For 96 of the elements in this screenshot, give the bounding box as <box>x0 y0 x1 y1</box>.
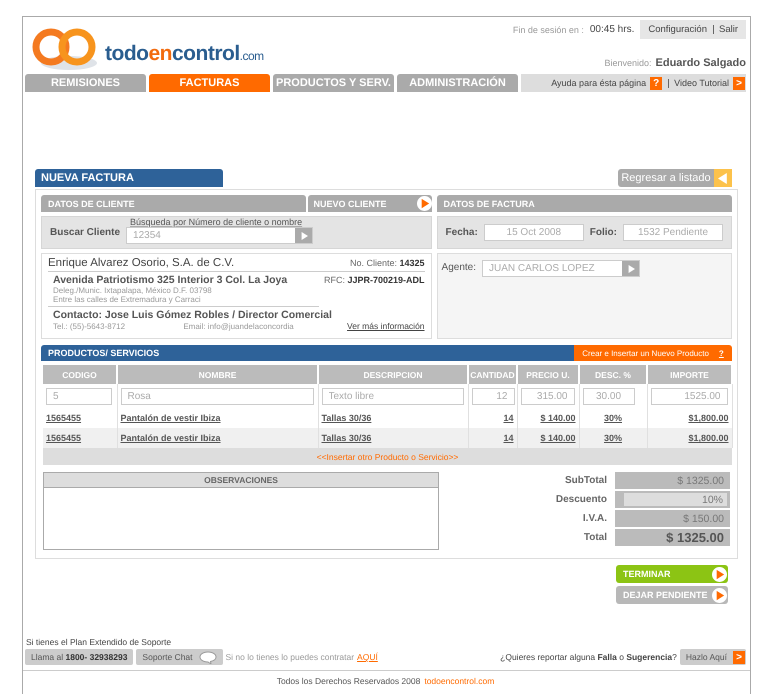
date-field[interactable]: 15 Oct 2008 <box>484 225 583 240</box>
session-time: 00:45 hrs. <box>590 24 634 35</box>
client-number: No. Cliente: 14325 <box>350 258 425 268</box>
total-label: Descuento <box>554 494 607 505</box>
play-icon <box>300 232 308 240</box>
entry-field[interactable]: Rosa <box>122 388 312 404</box>
play-icon <box>712 566 727 582</box>
date-label: Fecha: <box>446 227 478 238</box>
report-text: ¿Quieres reportar alguna Falla o Sugerencia? <box>500 652 677 662</box>
table-cell-link[interactable]: $1,800.00 <box>688 413 728 423</box>
call-button[interactable]: Llama al 1800- 32938293 <box>25 649 134 665</box>
nav-tab[interactable]: ADMINISTRACIÓN <box>397 74 518 92</box>
total-label: Total <box>582 532 607 543</box>
client-email: Email: info@juandelaconcordia <box>182 322 294 331</box>
user-name: Eduardo Salgado <box>656 57 746 69</box>
insert-product-link[interactable]: <<Insertar otro Producto o Servicio>> <box>316 452 458 462</box>
table-cell-link[interactable]: Tallas 30/36 <box>322 413 372 423</box>
more-info-link[interactable]: Ver más información <box>347 321 425 331</box>
copyright-text: Todos los Derechos Reservados 2008 <box>276 676 420 686</box>
section-header: DATOS DE CLIENTE <box>41 195 306 212</box>
client-phone: Tel.: (55)-5643-8712 <box>52 322 126 331</box>
section-header: DATOS DE FACTURA <box>436 195 732 212</box>
total-value: $ 150.00 <box>615 510 730 527</box>
entry-field[interactable]: 12 <box>472 388 514 404</box>
action-button[interactable]: DEJAR PENDIENTE <box>616 586 728 604</box>
client-name: Enrique Alvarez Osorio, S.A. de C.V. <box>48 257 234 269</box>
nav-tab[interactable]: PRODUCTOS Y SERV. <box>273 74 394 92</box>
support-plan-text: Si tienes el Plan Extendido de Soporte <box>25 637 172 647</box>
video-tutorial-link[interactable]: Video Tutorial <box>668 78 729 88</box>
entry-field[interactable]: 5 <box>47 388 111 404</box>
column-header: DESC. % <box>579 365 647 384</box>
address-line: Entre las calles de Extremadura y Carraci <box>52 295 202 304</box>
chat-bubble-icon <box>198 650 217 664</box>
section-header: PRODUCTOS/ SERVICIOS <box>41 345 574 361</box>
client-address: Avenida Patriotismo 325 Interior 3 Col. La Joya <box>52 274 288 286</box>
back-arrow-icon <box>718 172 728 184</box>
page-title: NUEVA FACTURA <box>35 169 223 187</box>
support-chat-button[interactable]: Soporte Chat <box>136 649 223 665</box>
table-cell-link[interactable]: 14 <box>503 433 514 443</box>
table-cell-link[interactable]: Pantalón de vestir Ibiza <box>120 413 221 423</box>
entry-field[interactable]: 315.00 <box>522 388 574 404</box>
column-header: CODIGO <box>43 365 117 384</box>
table-cell-link[interactable]: Tallas 30/36 <box>322 433 372 443</box>
entry-field[interactable]: 1525.00 <box>652 388 726 404</box>
help-icon[interactable]: ? <box>650 76 662 90</box>
entry-field[interactable]: Texto libre <box>322 388 462 404</box>
play-icon <box>416 196 432 211</box>
agent-select[interactable]: JUAN CARLOS LOPEZ <box>482 260 640 277</box>
total-label: I.V.A. <box>582 513 607 524</box>
settings-link[interactable]: Configuración <box>648 24 707 35</box>
column-header: PRECIO U. <box>517 365 579 384</box>
new-client-button[interactable]: NUEVO CLIENTE <box>308 195 432 212</box>
action-button[interactable]: TERMINAR <box>616 565 728 583</box>
client-search-field[interactable]: 12354 <box>127 228 296 243</box>
search-button[interactable] <box>295 228 312 243</box>
column-header: CANTIDAD <box>468 365 517 384</box>
agent-field[interactable]: JUAN CARLOS LOPEZ <box>483 261 622 276</box>
logo-text: todoencontrol.com <box>105 42 264 66</box>
total-value: $ 1325.00 <box>615 529 730 546</box>
observations-title: OBSERVACIONES <box>44 473 438 488</box>
agent-label: Agente: <box>442 262 476 273</box>
table-cell-link[interactable]: 30% <box>604 413 622 423</box>
site-link[interactable]: todoencontrol.com <box>424 676 494 686</box>
session-label: Fin de sesión en : <box>512 24 584 34</box>
help-link[interactable]: Ayuda para ésta página <box>551 78 646 88</box>
nav-tab[interactable]: REMISIONES <box>25 74 146 92</box>
folio-field[interactable]: 1532 Pendiente <box>624 225 722 240</box>
play-icon <box>712 588 727 602</box>
client-rfc: RFC: JJPR-700219-ADL <box>324 275 425 285</box>
logout-link[interactable]: Salir <box>712 25 738 34</box>
agent-select-button[interactable] <box>622 261 640 276</box>
total-value: $ 1325.00 <box>615 472 730 489</box>
client-contact: Contacto: Jose Luis Gómez Robles / Director Comercial <box>52 309 333 321</box>
search-hint: Búsqueda por Número de cliente o nombre <box>129 217 304 227</box>
total-label: SubTotal <box>564 475 607 486</box>
search-label: Buscar Cliente <box>50 227 120 238</box>
contract-text: Si no lo tienes lo puedes contratar <box>226 652 354 662</box>
column-header: IMPORTE <box>647 365 732 384</box>
table-cell-link[interactable]: 30% <box>604 433 622 443</box>
welcome-label: Bienvenido: <box>604 58 652 68</box>
play-icon <box>626 264 635 272</box>
address-line: Deleg./Munic. Ixtapalapa, México D.F. 03798 <box>52 286 213 295</box>
contract-link[interactable]: AQUÍ <box>357 652 378 662</box>
discount-field[interactable]: 10% <box>615 491 730 508</box>
video-icon[interactable]: > <box>733 76 745 90</box>
nav-tab[interactable]: FACTURAS <box>149 74 270 92</box>
create-product-button[interactable]: Crear e Insertar un Nuevo Producto ? <box>574 345 732 361</box>
report-button[interactable]: Hazlo Aquí > <box>680 649 746 665</box>
column-header: NOMBRE <box>117 365 318 384</box>
table-cell-link[interactable]: 14 <box>503 413 514 423</box>
client-search-box[interactable]: 12354 <box>126 227 314 244</box>
column-header: DESCRIPCION <box>318 365 468 384</box>
entry-field[interactable]: 30.00 <box>584 388 634 404</box>
folio-label: Folio: <box>590 227 617 238</box>
table-cell-link[interactable]: $ 140.00 <box>540 413 576 423</box>
table-cell-link[interactable]: 1565455 <box>46 413 82 423</box>
